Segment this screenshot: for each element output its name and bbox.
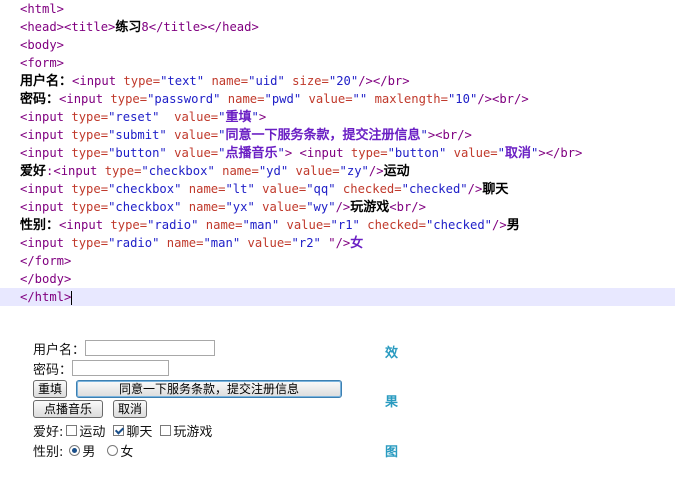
side-label-1: 效 (385, 346, 399, 361)
gender-male-label: 男 (82, 444, 96, 460)
code-line: <head><title>练习8</title></head> (20, 20, 259, 35)
submit-button[interactable]: 同意一下服务条款，提交注册信息 (76, 380, 342, 398)
side-label-2: 果 (385, 395, 399, 410)
hobby-game-label: 玩游戏 (173, 424, 213, 440)
code-line: <input type="checkbox" name="yx" value="… (20, 200, 426, 215)
reset-button[interactable]: 重填 (33, 380, 67, 398)
hobby-chat-label: 聊天 (126, 424, 153, 440)
username-input[interactable] (85, 340, 216, 356)
action-row-2: 点播音乐 取消 (33, 399, 147, 419)
text-cursor (71, 290, 73, 305)
code-line: 爱好:<input type="checkbox" name="yd" valu… (20, 164, 410, 179)
gender-male-radio[interactable] (69, 444, 81, 456)
gender-label: 性别: (33, 444, 64, 460)
hobby-sport-checkbox[interactable] (66, 424, 78, 436)
gender-female-radio[interactable] (107, 444, 119, 456)
code-line: 用户名：<input type="text" name="uid" size="… (20, 74, 410, 89)
code-line: </form> (20, 254, 72, 268)
code-line: <input type="reset" value="重填"> (20, 110, 267, 125)
hobby-row: 爱好: 运动 聊天 玩游戏 (33, 420, 212, 440)
code-line: <form> (20, 56, 65, 70)
code-line: 密码：<input type="password" name="pwd" val… (20, 92, 529, 107)
hobby-game-checkbox[interactable] (160, 424, 172, 436)
gender-female-label: 女 (120, 444, 134, 460)
username-row: 用户名： (33, 338, 216, 358)
gender-row: 性别: 男 女 (33, 440, 133, 460)
code-line: <input type="checkbox" name="lt" value="… (20, 182, 509, 197)
action-row-1: 重填 同意一下服务条款，提交注册信息 (33, 379, 342, 399)
code-line: <input type="button" value="点播音乐"> <inpu… (20, 146, 583, 161)
code-line: </body> (20, 272, 72, 286)
username-label: 用户名： (33, 342, 86, 358)
play-music-button[interactable]: 点播音乐 (33, 400, 103, 418)
render-preview: 用户名： 密码： 重填 同意一下服务条款，提交注册信息 点播音乐 取消 爱好: … (0, 334, 675, 482)
side-label-3: 图 (385, 445, 399, 460)
code-line: <html> (20, 2, 65, 16)
hobby-label: 爱好: (33, 424, 64, 440)
password-row: 密码： (33, 358, 170, 378)
cancel-button[interactable]: 取消 (113, 400, 147, 418)
password-label: 密码： (33, 362, 73, 378)
source-code-view[interactable]: <html> <head><title>练习8</title></head> <… (0, 0, 675, 306)
code-line-current[interactable]: </html> (0, 288, 675, 306)
code-line: <input type="submit" value="同意一下服务条款，提交注… (20, 128, 472, 143)
hobby-sport-label: 运动 (79, 424, 106, 440)
password-input[interactable] (72, 360, 170, 376)
hobby-chat-checkbox[interactable] (113, 424, 125, 436)
code-line: <body> (20, 38, 65, 52)
code-line: <input type="radio" name="man" value="r2… (20, 236, 364, 251)
code-line: 性别：<input type="radio" name="man" value=… (20, 218, 520, 233)
